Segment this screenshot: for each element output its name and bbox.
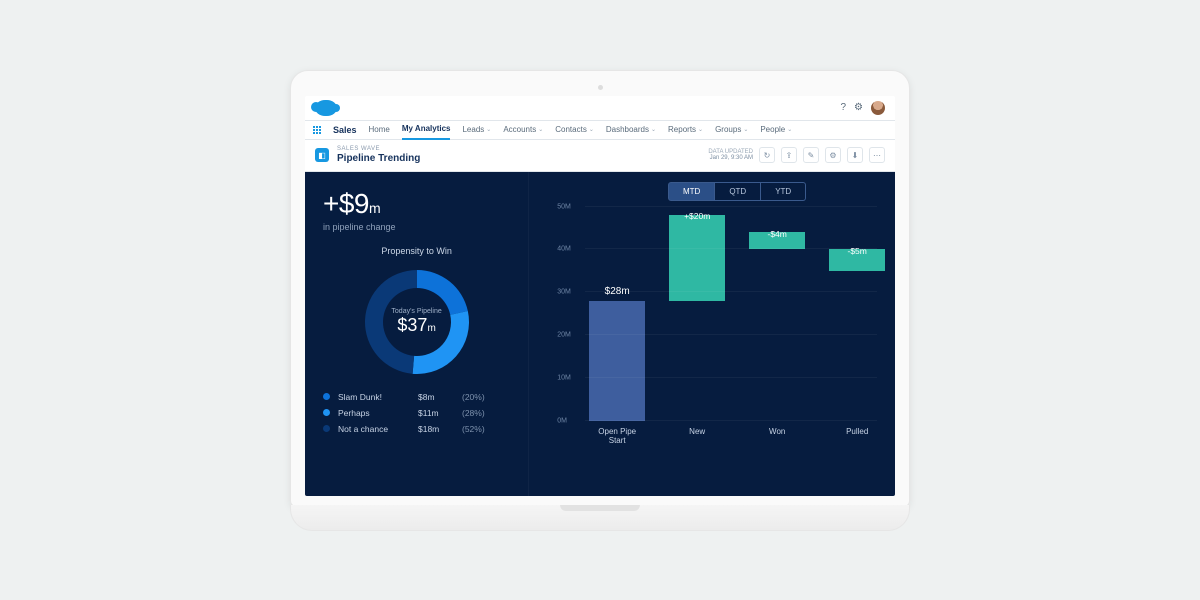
legend-swatch bbox=[323, 425, 330, 432]
waterfall-column: -$4m bbox=[749, 207, 805, 421]
pipeline-change-subtitle: in pipeline change bbox=[323, 222, 510, 232]
y-tick: 10M bbox=[557, 374, 571, 381]
legend-amount: $18m bbox=[418, 424, 454, 434]
laptop-base bbox=[290, 505, 910, 531]
gridline bbox=[585, 334, 877, 335]
dashboard-kicker: SALES WAVE bbox=[337, 146, 420, 153]
legend-row: Not a chance $18m (52%) bbox=[323, 424, 510, 434]
gridline bbox=[585, 420, 877, 421]
left-panel: +$9m in pipeline change Propensity to Wi… bbox=[305, 172, 529, 496]
refresh-icon[interactable]: ↻ bbox=[759, 147, 775, 163]
dashboard-header: ◧ SALES WAVE Pipeline Trending DATA UPDA… bbox=[305, 140, 895, 172]
share-icon[interactable]: ⇪ bbox=[781, 147, 797, 163]
gridline bbox=[585, 206, 877, 207]
nav-bar: Sales Home My Analytics Leads⌄ Accounts⌄ Con… bbox=[305, 120, 895, 140]
app-name: Sales bbox=[333, 125, 357, 135]
waterfall-column: +$20m bbox=[669, 207, 725, 421]
legend-amount: $11m bbox=[418, 408, 454, 418]
y-tick: 40M bbox=[557, 246, 571, 253]
waterfall-chart: 0M10M20M30M40M50M $28m+$20m-$4m-$5m Open… bbox=[557, 207, 877, 447]
download-icon[interactable]: ⬇ bbox=[847, 147, 863, 163]
legend-swatch bbox=[323, 393, 330, 400]
tab-accounts[interactable]: Accounts⌄ bbox=[503, 125, 543, 134]
time-tab-qtd[interactable]: QTD bbox=[715, 182, 761, 201]
x-label: Pulled bbox=[829, 427, 885, 436]
chevron-down-icon: ⌄ bbox=[651, 126, 656, 133]
chevron-down-icon: ⌄ bbox=[698, 126, 703, 133]
salesforce-logo bbox=[315, 100, 337, 116]
y-tick: 30M bbox=[557, 289, 571, 296]
time-tab-mtd[interactable]: MTD bbox=[668, 182, 715, 201]
waterfall-column: -$5m bbox=[829, 207, 885, 421]
x-label: Won bbox=[749, 427, 805, 436]
screen: ? ⚙ Sales Home My Analytics Leads⌄ Accounts… bbox=[305, 96, 895, 496]
legend-amount: $8m bbox=[418, 392, 454, 402]
waterfall-column: $28m bbox=[589, 207, 645, 421]
propensity-legend: Slam Dunk! $8m (20%) Perhaps $11m (28%) … bbox=[323, 392, 510, 434]
tab-leads[interactable]: Leads⌄ bbox=[462, 125, 491, 134]
gridline bbox=[585, 248, 877, 249]
x-label: Open Pipe Start bbox=[589, 427, 645, 445]
chevron-down-icon: ⌄ bbox=[486, 126, 491, 133]
chevron-down-icon: ⌄ bbox=[787, 126, 792, 133]
time-range-tabs: MTDQTDYTD bbox=[597, 182, 877, 201]
dashboard-canvas: +$9m in pipeline change Propensity to Wi… bbox=[305, 172, 895, 496]
tab-contacts[interactable]: Contacts⌄ bbox=[555, 125, 594, 134]
legend-row: Slam Dunk! $8m (20%) bbox=[323, 392, 510, 402]
more-icon[interactable]: ⋯ bbox=[869, 147, 885, 163]
legend-name: Not a chance bbox=[338, 424, 410, 434]
laptop-frame: ? ⚙ Sales Home My Analytics Leads⌄ Accounts… bbox=[290, 70, 910, 531]
legend-pct: (28%) bbox=[462, 408, 485, 418]
gridline bbox=[585, 291, 877, 292]
tab-people[interactable]: People⌄ bbox=[760, 125, 792, 134]
legend-pct: (20%) bbox=[462, 392, 485, 402]
waterfall-bar bbox=[669, 215, 725, 301]
chevron-down-icon: ⌄ bbox=[589, 126, 594, 133]
tab-my-analytics[interactable]: My Analytics bbox=[402, 120, 451, 140]
tab-home[interactable]: Home bbox=[369, 125, 390, 134]
y-tick: 20M bbox=[557, 331, 571, 338]
y-tick: 50M bbox=[557, 203, 571, 210]
right-panel: MTDQTDYTD 0M 10M 20M 30M 40M 50M $28m +$20m -$4… bbox=[529, 172, 895, 496]
donut-center-value: $37m bbox=[397, 315, 435, 336]
gridline bbox=[585, 377, 877, 378]
x-label: New bbox=[669, 427, 725, 436]
tab-reports[interactable]: Reports⌄ bbox=[668, 125, 703, 134]
y-tick: 0M bbox=[557, 417, 567, 424]
tab-groups[interactable]: Groups⌄ bbox=[715, 125, 748, 134]
tab-dashboards[interactable]: Dashboards⌄ bbox=[606, 125, 656, 134]
donut-center-label: Today's Pipeline bbox=[391, 308, 441, 315]
chevron-down-icon: ⌄ bbox=[538, 126, 543, 133]
app-header: ? ⚙ bbox=[305, 96, 895, 120]
propensity-title: Propensity to Win bbox=[323, 246, 510, 256]
help-icon[interactable]: ? bbox=[840, 102, 846, 113]
settings-icon[interactable]: ⚙ bbox=[825, 147, 841, 163]
avatar[interactable] bbox=[871, 101, 885, 115]
legend-name: Slam Dunk! bbox=[338, 392, 410, 402]
settings-icon[interactable]: ⚙ bbox=[854, 102, 863, 113]
legend-swatch bbox=[323, 409, 330, 416]
propensity-donut-chart: Today's Pipeline $37m bbox=[357, 262, 477, 382]
time-tab-ytd[interactable]: YTD bbox=[761, 182, 806, 201]
app-launcher-icon[interactable] bbox=[313, 126, 321, 134]
data-updated: DATA UPDATED Jan 29, 9:30 AM bbox=[708, 149, 753, 161]
legend-pct: (52%) bbox=[462, 424, 485, 434]
edit-icon[interactable]: ✎ bbox=[803, 147, 819, 163]
dashboard-icon: ◧ bbox=[315, 148, 329, 162]
chevron-down-icon: ⌄ bbox=[743, 126, 748, 133]
bar-delta-label: -$5m bbox=[829, 246, 885, 256]
bar-delta-label: -$4m bbox=[749, 229, 805, 239]
dashboard-title: Pipeline Trending bbox=[337, 153, 420, 164]
camera-dot bbox=[598, 85, 603, 90]
waterfall-bar bbox=[589, 301, 645, 421]
pipeline-change-metric: +$9m bbox=[323, 188, 510, 220]
legend-name: Perhaps bbox=[338, 408, 410, 418]
bar-delta-label: +$20m bbox=[669, 211, 725, 221]
legend-row: Perhaps $11m (28%) bbox=[323, 408, 510, 418]
